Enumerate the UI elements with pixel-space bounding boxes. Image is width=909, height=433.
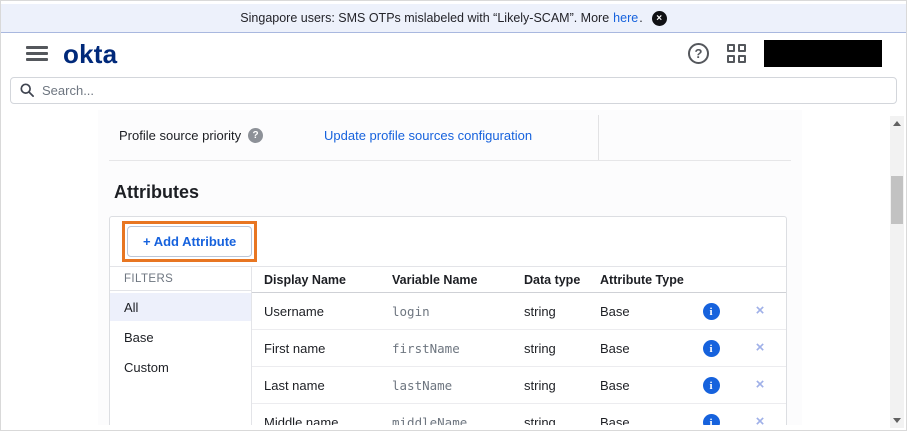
search-bar (1, 74, 906, 110)
filter-item-custom[interactable]: Custom (110, 353, 251, 381)
banner-close-icon[interactable]: × (652, 11, 667, 26)
cell-data-type: string (512, 341, 588, 356)
search-input[interactable] (10, 77, 897, 104)
table-row: Middle name middleName string Base i × (252, 404, 786, 425)
profile-source-priority-label: Profile source priority (119, 128, 241, 143)
profile-source-spacer (599, 115, 791, 160)
update-profile-sources-link[interactable]: Update profile sources configuration (324, 128, 532, 143)
okta-logo: okta (63, 41, 117, 67)
profile-source-info-icon[interactable]: ? (248, 128, 263, 143)
col-header-variable-name: Variable Name (380, 267, 512, 292)
scrollbar-thumb[interactable] (891, 176, 903, 224)
attribute-info-icon[interactable]: i (703, 340, 720, 357)
alert-banner-suffix: . (639, 11, 642, 25)
alert-banner-link[interactable]: here (613, 11, 638, 25)
attribute-remove-icon[interactable]: × (756, 303, 765, 318)
cell-variable-name: login (380, 304, 512, 319)
table-row: Username login string Base i × (252, 293, 786, 330)
attribute-remove-icon[interactable]: × (756, 414, 765, 425)
main-content: Profile source priority ? Update profile… (1, 110, 906, 425)
cell-attribute-type: Base (588, 341, 688, 356)
cell-variable-name: middleName (380, 415, 512, 426)
col-header-data-type: Data type (512, 267, 588, 292)
scroll-down-icon[interactable] (893, 418, 901, 423)
cell-variable-name: lastName (380, 378, 512, 393)
cell-display-name: Username (252, 304, 380, 319)
attribute-info-icon[interactable]: i (703, 414, 720, 425)
attributes-panel-body: FILTERS All Base Custom Display Name Var… (110, 267, 786, 425)
cell-data-type: string (512, 415, 588, 426)
filter-item-all[interactable]: All (110, 293, 251, 321)
profile-source-link-cell: Update profile sources configuration (324, 115, 599, 160)
help-icon[interactable]: ? (688, 43, 709, 64)
table-header-row: Display Name Variable Name Data type Att… (252, 267, 786, 293)
filter-list: All Base Custom (110, 293, 251, 381)
cell-data-type: string (512, 304, 588, 319)
apps-grid-icon[interactable] (727, 44, 746, 63)
filters-sidebar: FILTERS All Base Custom (110, 267, 252, 425)
cell-variable-name: firstName (380, 341, 512, 356)
cell-attribute-type: Base (588, 415, 688, 426)
col-header-attribute-type: Attribute Type (588, 267, 688, 292)
alert-banner-text: Singapore users: SMS OTPs mislabeled wit… (240, 11, 609, 25)
table-body: Username login string Base i × First nam… (252, 293, 786, 425)
attributes-toolbar: + Add Attribute (110, 217, 786, 267)
attributes-panel: + Add Attribute FILTERS All Base Custom … (109, 216, 787, 425)
cell-display-name: Last name (252, 378, 380, 393)
cell-data-type: string (512, 378, 588, 393)
cell-display-name: Middle name (252, 415, 380, 426)
header-right-group: ? (688, 40, 882, 67)
account-redacted-block (764, 40, 882, 67)
okta-admin-page: Singapore users: SMS OTPs mislabeled wit… (0, 0, 907, 431)
cell-display-name: First name (252, 341, 380, 356)
attribute-remove-icon[interactable]: × (756, 377, 765, 392)
filters-label: FILTERS (110, 267, 251, 291)
profile-source-priority-row: Profile source priority ? Update profile… (109, 115, 791, 161)
vertical-scrollbar[interactable] (890, 116, 904, 428)
add-attribute-button[interactable]: + Add Attribute (127, 226, 252, 257)
col-header-remove (734, 267, 786, 292)
profile-source-priority-cell: Profile source priority ? (109, 115, 324, 160)
annotation-highlight-box: + Add Attribute (122, 221, 257, 262)
cell-attribute-type: Base (588, 304, 688, 319)
attribute-remove-icon[interactable]: × (756, 340, 765, 355)
table-row: First name firstName string Base i × (252, 330, 786, 367)
scroll-up-icon[interactable] (893, 121, 901, 126)
attribute-info-icon[interactable]: i (703, 377, 720, 394)
content-card: Profile source priority ? Update profile… (98, 110, 802, 425)
app-header: okta ? (1, 33, 906, 74)
table-row: Last name lastName string Base i × (252, 367, 786, 404)
hamburger-menu-icon[interactable] (26, 46, 48, 61)
attribute-info-icon[interactable]: i (703, 303, 720, 320)
cell-attribute-type: Base (588, 378, 688, 393)
col-header-info (688, 267, 734, 292)
attributes-table: Display Name Variable Name Data type Att… (252, 267, 786, 425)
filter-item-base[interactable]: Base (110, 323, 251, 351)
attributes-title: Attributes (114, 182, 802, 203)
alert-banner: Singapore users: SMS OTPs mislabeled wit… (1, 4, 906, 33)
col-header-display-name: Display Name (252, 267, 380, 292)
